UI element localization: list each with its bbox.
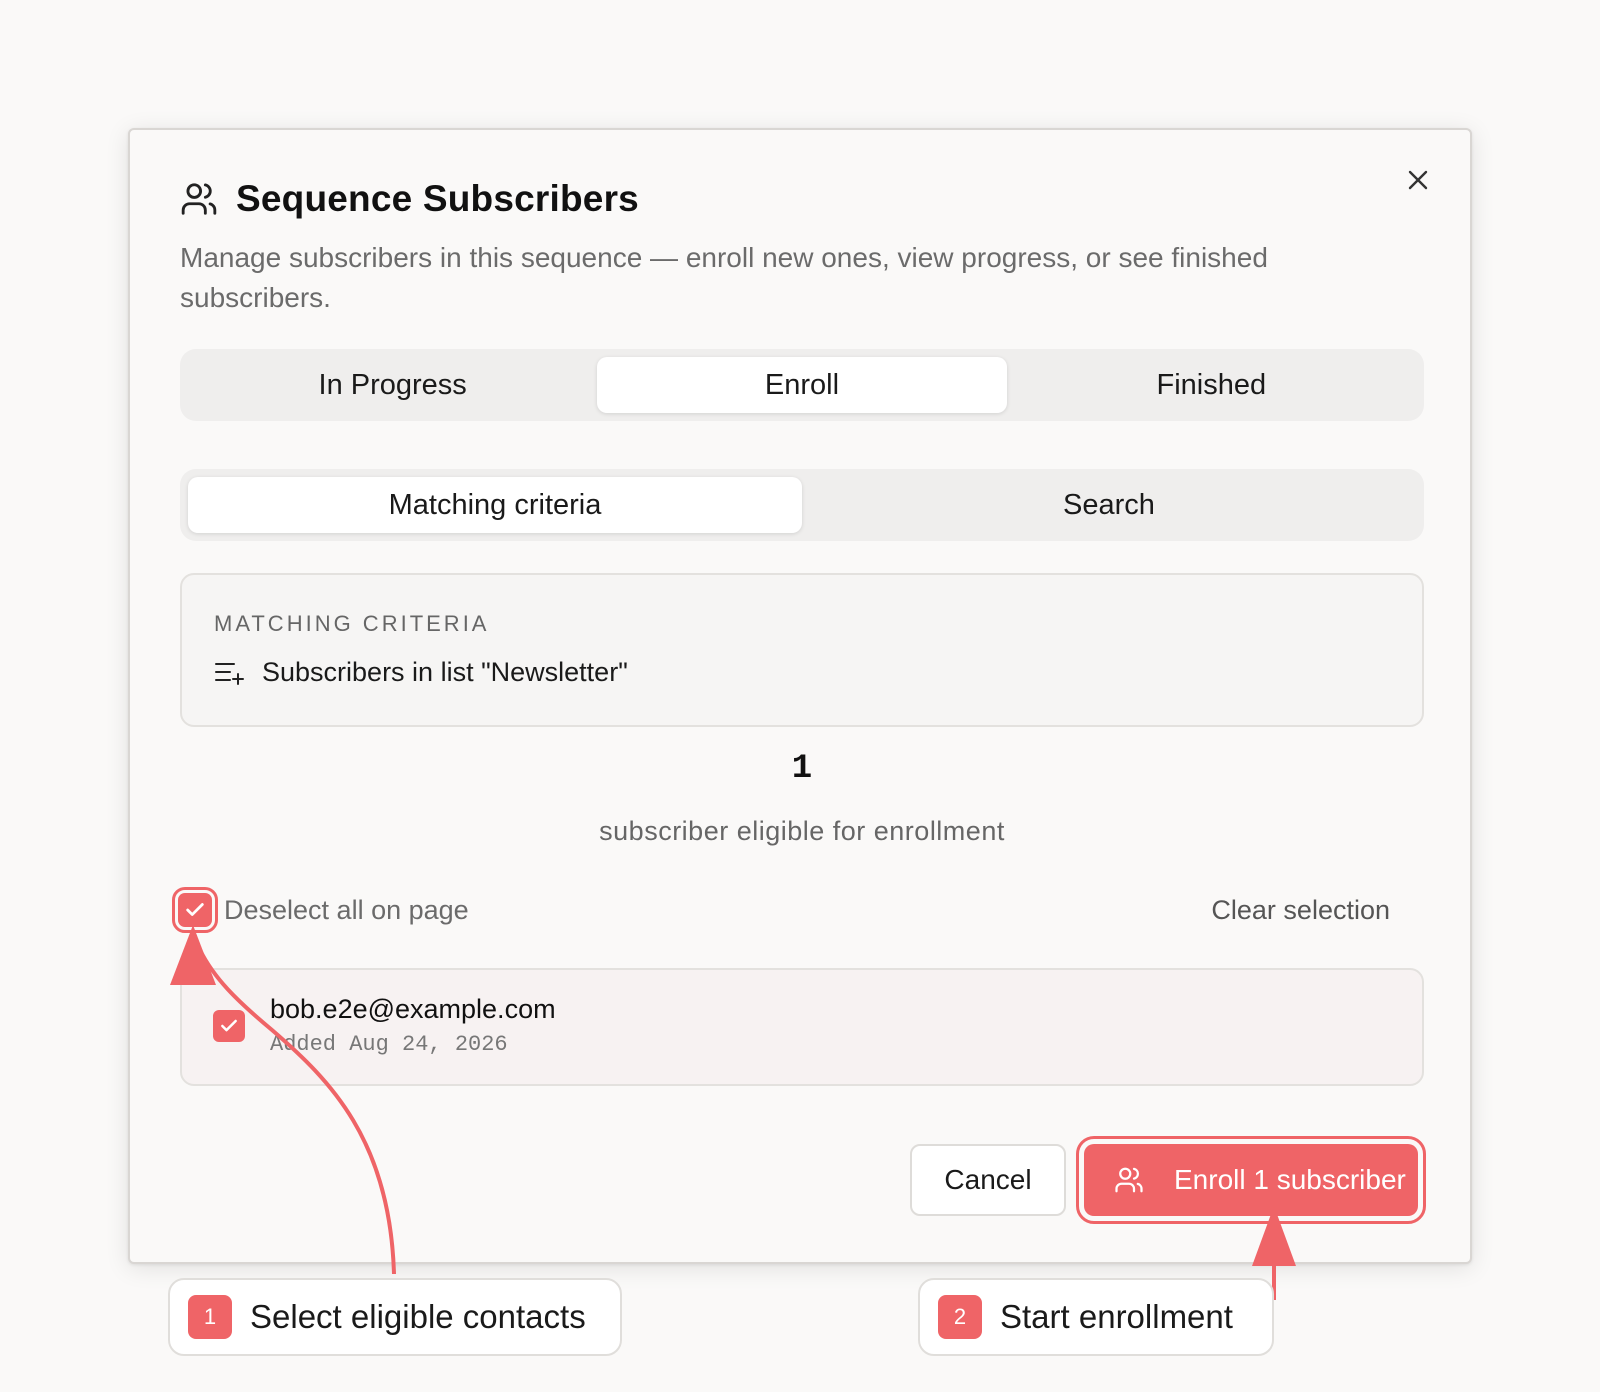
subscriber-checkbox[interactable] xyxy=(213,1010,245,1042)
dialog-description: Manage subscribers in this sequence — en… xyxy=(180,242,1268,313)
criteria-item-label: Subscribers in list "Newsletter" xyxy=(262,657,628,687)
selection-toolbar: Deselect all on page Clear selection xyxy=(172,887,1390,933)
close-icon xyxy=(1408,170,1428,190)
screenshot-stage: Sequence Subscribers Manage subscribers … xyxy=(0,0,1600,1392)
annotation-text-2: Start enrollment xyxy=(1000,1298,1233,1335)
annotation-callout-1: 1 Select eligible contacts xyxy=(168,1278,622,1356)
dialog-title: Sequence Subscribers xyxy=(236,178,639,219)
enroll-button[interactable]: Enroll 1 subscriber xyxy=(1076,1136,1426,1224)
tab-matching-criteria[interactable]: Matching criteria xyxy=(188,477,802,533)
clear-selection-button[interactable]: Clear selection xyxy=(1211,895,1390,926)
select-all-checkbox[interactable] xyxy=(172,887,218,933)
subscriber-email: bob.e2e@example.com xyxy=(270,994,556,1024)
sequence-subscribers-dialog: Sequence Subscribers Manage subscribers … xyxy=(128,128,1472,1264)
matching-criteria-panel: MATCHING CRITERIA Subscribers in list "N… xyxy=(180,573,1424,727)
dialog-header: Sequence Subscribers xyxy=(180,178,639,220)
enroll-mode-tabs: Matching criteria Search xyxy=(180,469,1424,541)
check-icon xyxy=(186,903,204,916)
criteria-item: Subscribers in list "Newsletter" xyxy=(214,657,628,688)
tab-in-progress[interactable]: In Progress xyxy=(188,357,597,413)
annotation-badge-2: 2 xyxy=(938,1295,982,1339)
annotation-callout-2: 2 Start enrollment xyxy=(918,1278,1274,1356)
eligible-count: 1 xyxy=(791,750,813,788)
tab-search[interactable]: Search xyxy=(802,477,1416,533)
criteria-heading: MATCHING CRITERIA xyxy=(214,611,490,636)
annotation-text-1: Select eligible contacts xyxy=(250,1298,586,1335)
annotation-badge-1: 1 xyxy=(188,1295,232,1339)
select-all-control: Deselect all on page xyxy=(172,887,469,933)
users-icon xyxy=(180,180,218,218)
users-icon xyxy=(1115,1167,1143,1193)
tab-finished[interactable]: Finished xyxy=(1007,357,1416,413)
eligible-label: subscriber eligible for enrollment xyxy=(599,816,1005,846)
main-tabs: In Progress Enroll Finished xyxy=(180,349,1424,421)
select-all-label[interactable]: Deselect all on page xyxy=(224,895,469,926)
check-icon xyxy=(221,1019,237,1032)
subscriber-row[interactable]: bob.e2e@example.com Added Aug 24, 2026 xyxy=(180,968,1424,1086)
subscriber-added-date: Added Aug 24, 2026 xyxy=(270,1032,508,1057)
cancel-button[interactable]: Cancel xyxy=(910,1144,1066,1216)
close-button[interactable] xyxy=(1402,164,1434,196)
list-plus-icon xyxy=(215,662,244,685)
tab-enroll[interactable]: Enroll xyxy=(597,357,1007,413)
enroll-button-label: Enroll 1 subscriber xyxy=(1174,1164,1406,1195)
